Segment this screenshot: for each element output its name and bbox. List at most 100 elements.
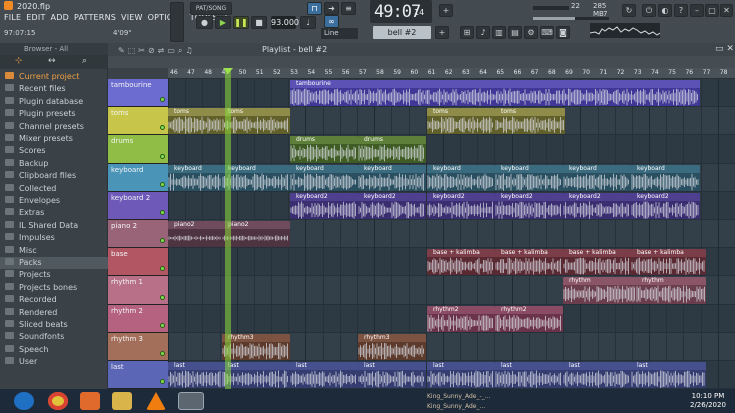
menu-item-add[interactable]: ADD	[51, 13, 69, 25]
browser-snap-icon[interactable]: ⊹	[15, 56, 23, 66]
browser-item-backup[interactable]: Backup	[5, 158, 48, 170]
pattern-selector[interactable]: bell #2	[373, 26, 431, 39]
timeline-ruler[interactable]: 4647484950515253545556575859606162636465…	[168, 68, 735, 79]
track-header-tambourine[interactable]: tambourine	[108, 79, 168, 108]
browser-item-rendered[interactable]: Rendered	[5, 307, 57, 319]
track-header-rhythm-3[interactable]: rhythm 3	[108, 332, 168, 361]
audio-clip[interactable]: drums	[290, 136, 358, 163]
draw-tool-icon[interactable]: ✎	[118, 46, 128, 55]
channel-rack-icon[interactable]: ▥	[492, 26, 506, 39]
browser-item-impulses[interactable]: Impulses	[5, 232, 55, 244]
audio-clip[interactable]: last	[290, 362, 358, 389]
track-header-keyboard-2[interactable]: keyboard 2	[108, 191, 168, 220]
audio-clip[interactable]: keyboard	[495, 164, 563, 191]
piano-roll-icon[interactable]: ♪	[476, 26, 490, 39]
track-header-piano-2[interactable]: piano 2	[108, 220, 168, 249]
pat-song-switch[interactable]: PAT/SONG	[190, 2, 232, 15]
audio-clip[interactable]: last	[358, 362, 426, 389]
audio-clip[interactable]: rhythm3	[358, 333, 426, 360]
browser-item-plugin-database[interactable]: Plugin database	[5, 96, 83, 108]
audio-clip[interactable]: rhythm2	[495, 305, 563, 332]
audio-clip[interactable]: keyboard	[290, 164, 358, 191]
stop-button[interactable]: ■	[251, 16, 267, 29]
browser-item-scores[interactable]: Scores	[5, 145, 46, 157]
audio-clip[interactable]: toms	[168, 108, 222, 135]
track-mute-led[interactable]	[160, 97, 165, 103]
help-icon[interactable]: ?	[674, 4, 688, 17]
track-header-rhythm-1[interactable]: rhythm 1	[108, 276, 168, 305]
audio-clip[interactable]: keyboard2	[563, 192, 631, 219]
browser-item-misc[interactable]: Misc	[5, 245, 37, 257]
audio-clip[interactable]: keyboard	[427, 164, 495, 191]
track-header-keyboard[interactable]: keyboard	[108, 163, 168, 192]
browser-item-envelopes[interactable]: Envelopes	[5, 195, 60, 207]
audio-clip[interactable]: keyboard	[358, 164, 426, 191]
browser-item-packs[interactable]: Packs	[0, 257, 108, 269]
audio-clip[interactable]: keyboard	[631, 164, 700, 191]
audio-clip[interactable]: base + kalimba	[495, 249, 563, 276]
ie-icon[interactable]	[14, 392, 34, 410]
audio-clip[interactable]: base + kalimba	[563, 249, 631, 276]
audio-clip[interactable]: last	[495, 362, 563, 389]
audio-clip[interactable]: drums	[358, 136, 426, 163]
browser-item-clipboard-files[interactable]: Clipboard files	[5, 170, 76, 182]
browser-item-soundfonts[interactable]: Soundfonts	[5, 331, 64, 343]
audio-clip[interactable]: rhythm2	[427, 305, 495, 332]
playlist-icon[interactable]: ≡	[341, 2, 356, 15]
browser-item-projects-bones[interactable]: Projects bones	[5, 282, 77, 294]
browser-item-channel-presets[interactable]: Channel presets	[5, 121, 84, 133]
browser-item-recent-files[interactable]: Recent files	[5, 83, 66, 95]
playlist-grid[interactable]: tambourine toms toms toms toms drums drums keyb…	[168, 79, 735, 389]
playhead[interactable]	[225, 68, 231, 389]
audio-clip[interactable]: last	[222, 362, 290, 389]
browser-item-mixer-presets[interactable]: Mixer presets	[5, 133, 73, 145]
browser-item-current-project[interactable]: Current project	[5, 71, 79, 83]
browser-item-recorded[interactable]: Recorded	[5, 294, 57, 306]
browser-item-il-shared-data[interactable]: IL Shared Data	[5, 220, 78, 232]
audio-clip[interactable]: base + kalimba	[631, 249, 706, 276]
browser-item-extras[interactable]: Extras	[5, 207, 44, 219]
play-button[interactable]: ▶	[215, 16, 231, 29]
pause-button[interactable]: ❚❚	[233, 16, 249, 29]
browser-collapse-icon[interactable]: ↔	[48, 56, 56, 66]
audio-clip[interactable]: rhythm	[636, 277, 706, 304]
plugin-picker-icon[interactable]: ⚙	[524, 26, 538, 39]
audio-clip[interactable]: piano2	[168, 221, 222, 248]
browser-item-collected[interactable]: Collected	[5, 183, 56, 195]
audio-clip[interactable]: last	[427, 362, 495, 389]
plugin-icon[interactable]: ◐	[658, 4, 672, 17]
track-mute-led[interactable]	[160, 238, 165, 244]
track-mute-led[interactable]	[160, 294, 165, 300]
refresh-icon[interactable]: ↻	[622, 4, 636, 17]
maximize-icon[interactable]: ▢	[705, 4, 719, 17]
menu-item-patterns[interactable]: PATTERNS	[74, 13, 116, 25]
pattern-add-icon[interactable]: +	[439, 4, 453, 17]
fl-studio-taskbar-icon[interactable]	[178, 392, 204, 410]
playlist-window-controls[interactable]: ▭ ✕	[715, 44, 734, 54]
audio-clip[interactable]: keyboard2	[631, 192, 700, 219]
menu-item-edit[interactable]: EDIT	[26, 13, 45, 25]
track-mute-led[interactable]	[160, 322, 165, 328]
master-volume-slider[interactable]	[170, 2, 184, 42]
audio-clip[interactable]: keyboard	[563, 164, 631, 191]
track-mute-led[interactable]	[160, 379, 165, 385]
audio-clip[interactable]: rhythm3	[222, 333, 290, 360]
browser-item-projects[interactable]: Projects	[5, 269, 51, 281]
record-button[interactable]: ●	[196, 16, 213, 29]
snap-magnet-icon[interactable]: ⊓	[307, 2, 322, 15]
media-player-icon[interactable]	[80, 392, 100, 410]
audio-clip[interactable]: rhythm	[563, 277, 636, 304]
file-explorer-icon[interactable]	[112, 392, 132, 410]
playlist-overview[interactable]	[108, 56, 735, 68]
power-icon[interactable]: ⏻	[642, 4, 656, 17]
audio-clip[interactable]: keyboard2	[495, 192, 563, 219]
audio-clip[interactable]: keyboard2	[358, 192, 426, 219]
track-mute-led[interactable]	[160, 209, 165, 215]
mute-tool-icon[interactable]: ⊘	[148, 46, 158, 55]
menu-item-file[interactable]: FILE	[4, 13, 21, 25]
audio-clip[interactable]: keyboard2	[290, 192, 358, 219]
track-mute-led[interactable]	[160, 125, 165, 131]
audio-clip[interactable]: keyboard	[168, 164, 222, 191]
snap-select[interactable]: Line	[321, 28, 358, 39]
arrow-icon[interactable]: ➜	[324, 2, 339, 15]
